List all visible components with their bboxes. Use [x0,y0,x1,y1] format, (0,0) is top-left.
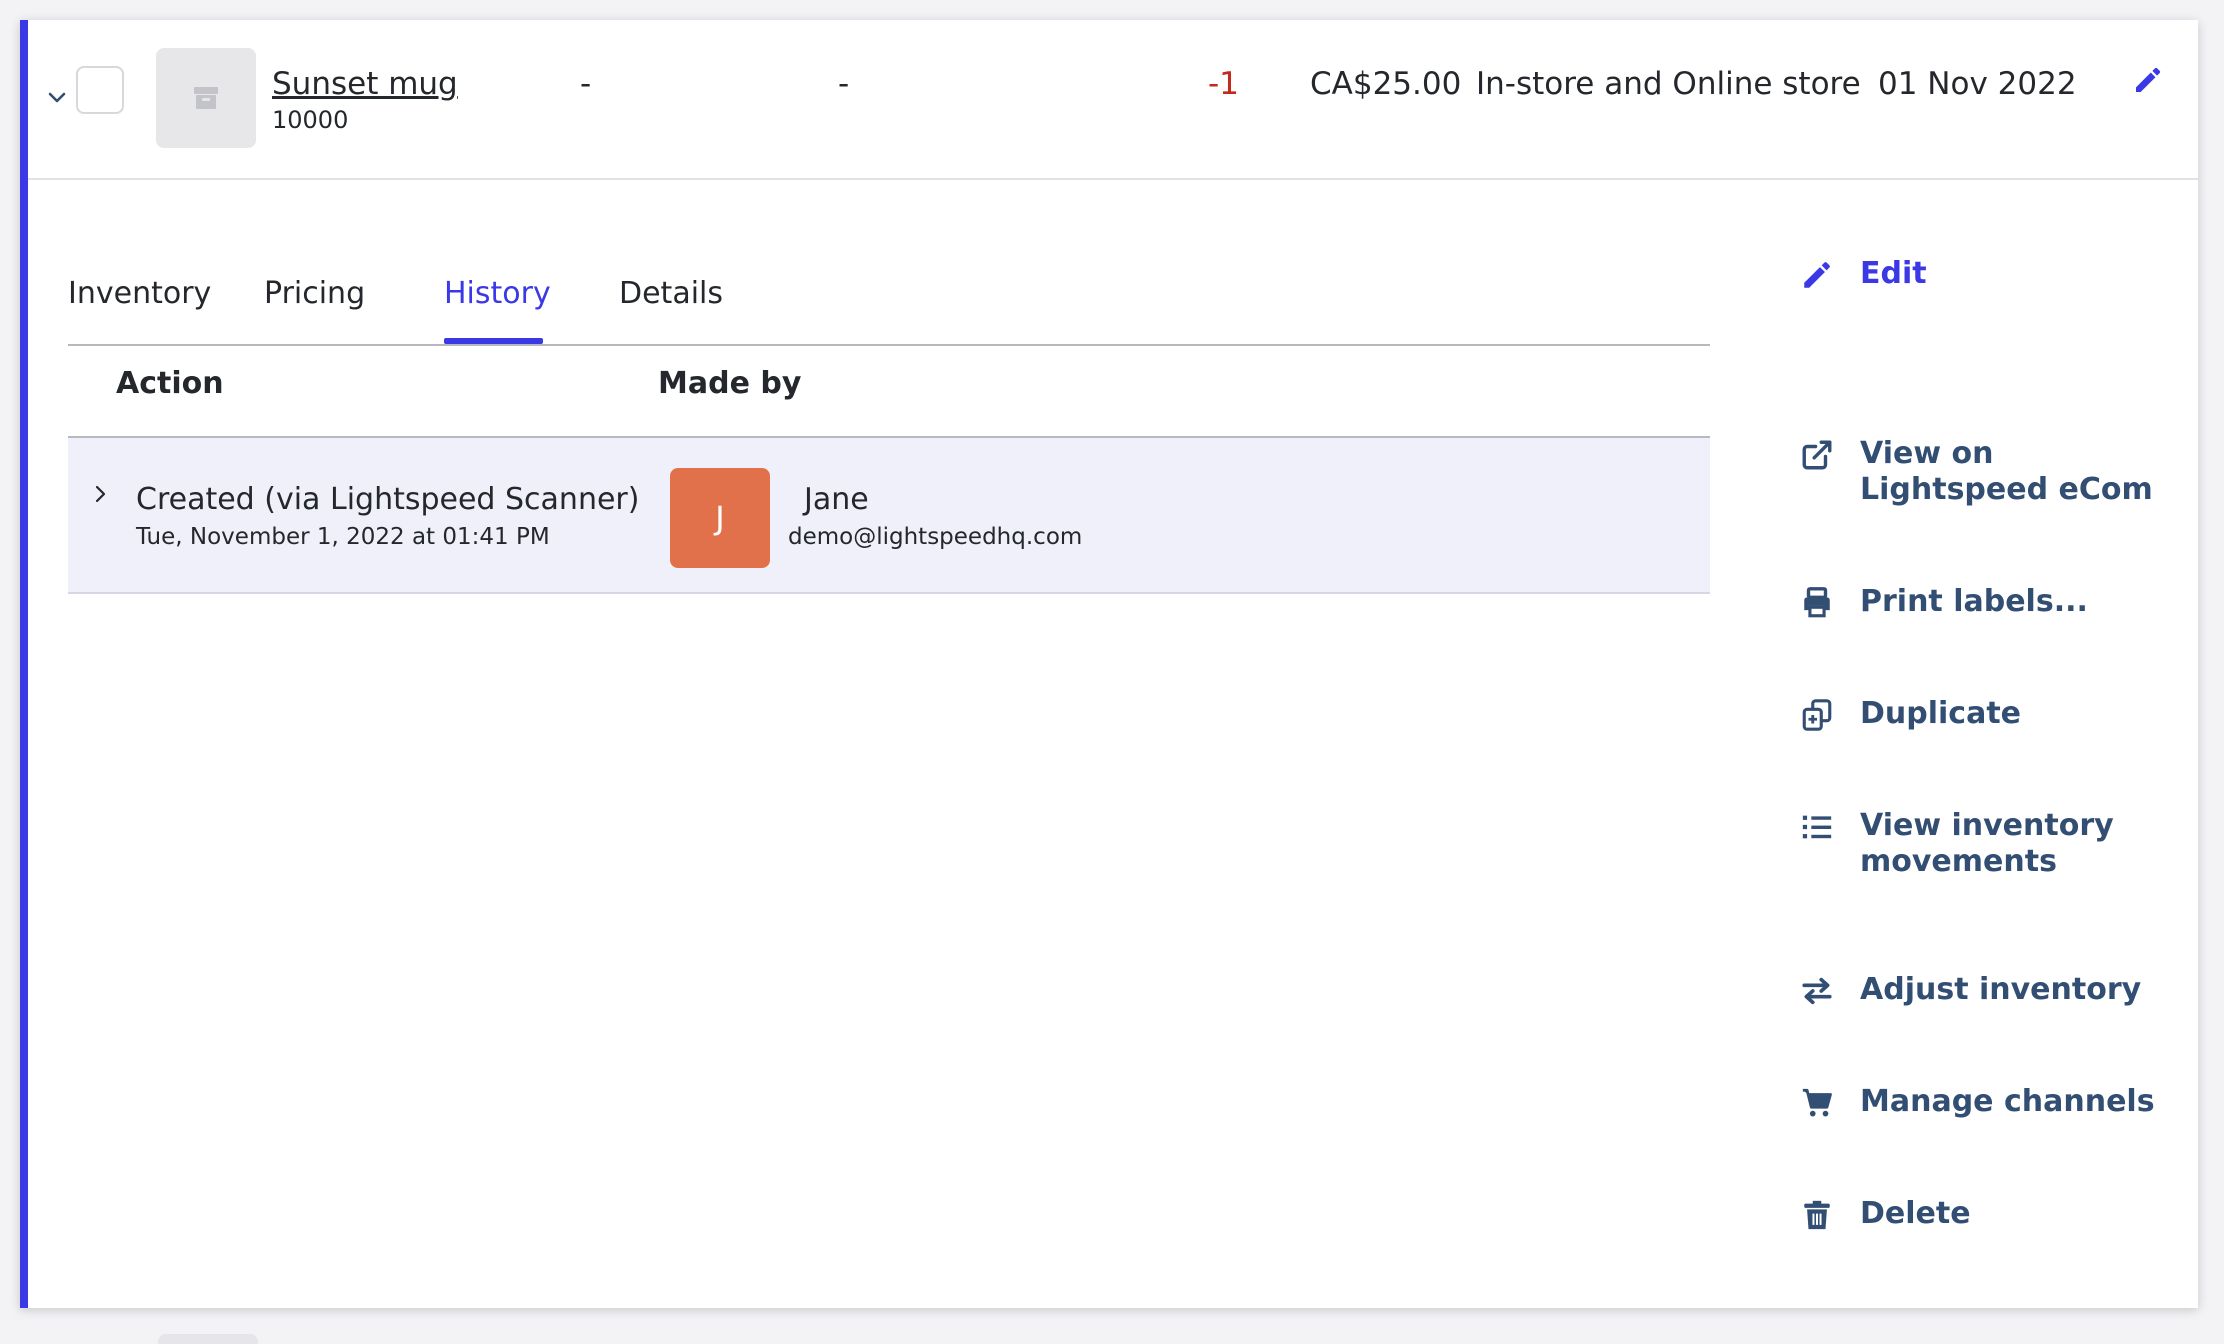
view-inventory-movements-button[interactable]: View inventory movements [1800,808,2114,880]
delete-label: Delete [1860,1196,1971,1231]
history-timestamp: Tue, November 1, 2022 at 01:41 PM [136,524,550,550]
history-action: Created (via Lightspeed Scanner) [136,482,640,517]
view-on-ecom-button[interactable]: View on Lightspeed eCom [1800,436,2153,508]
duplicate-button[interactable]: Duplicate [1800,696,2021,732]
tab-inventory[interactable]: Inventory [68,276,211,311]
delete-button[interactable]: Delete [1800,1196,1971,1232]
active-tab-indicator [444,338,543,344]
cart-icon [1802,1088,1832,1117]
view-inventory-movements-label: View inventory movements [1860,808,2114,880]
column-header-action: Action [116,366,224,401]
table-row[interactable]: Created (via Lightspeed Scanner) Tue, No… [68,438,1710,594]
product-column-1: - [580,66,592,102]
duplicate-icon [1802,699,1832,731]
view-on-ecom-line-2: Lightspeed eCom [1860,472,2153,507]
product-row[interactable]: Sunset mug 10000 - - -1 CA$25.00 In-stor… [28,20,2198,180]
product-price: CA$25.00 [1310,66,1462,102]
arrows-exchange-icon [1802,977,1832,1005]
user-email: demo@lightspeedhq.com [788,524,1083,550]
product-quantity: -1 [1208,66,1239,102]
chevron-right-icon[interactable] [90,484,110,504]
manage-channels-button[interactable]: Manage channels [1800,1084,2155,1120]
list-icon [1802,815,1832,839]
product-column-2: - [838,66,850,102]
tab-details[interactable]: Details [619,276,723,311]
tab-history[interactable]: History [444,276,551,311]
product-expanded-card: Sunset mug 10000 - - -1 CA$25.00 In-stor… [20,20,2198,1308]
product-channels: In-store and Online store [1476,66,1861,102]
adjust-inventory-button[interactable]: Adjust inventory [1800,972,2141,1008]
column-header-made-by: Made by [658,366,802,401]
print-labels-button[interactable]: Print labels... [1800,584,2088,620]
external-link-icon [1802,440,1832,470]
pencil-icon[interactable] [2132,64,2164,96]
view-on-ecom-line-1: View on [1860,436,1994,471]
manage-channels-label: Manage channels [1860,1084,2155,1119]
next-row-thumbnail [158,1334,258,1344]
view-inventory-movements-line-2: movements [1860,844,2057,879]
edit-button[interactable]: Edit [1800,256,1927,292]
trash-icon [1804,1200,1830,1230]
pencil-icon [1804,262,1830,288]
view-on-ecom-label: View on Lightspeed eCom [1860,436,2153,508]
product-thumbnail [156,48,256,148]
printer-icon [1804,587,1830,618]
view-inventory-movements-line-1: View inventory [1860,808,2114,843]
chevron-down-icon[interactable] [46,86,68,108]
box-icon [194,87,218,109]
product-name-link[interactable]: Sunset mug [272,66,458,102]
user-name: Jane [804,482,869,517]
adjust-inventory-label: Adjust inventory [1860,972,2142,1007]
product-date: 01 Nov 2022 [1878,66,2077,102]
duplicate-label: Duplicate [1860,696,2022,731]
avatar: J [670,468,770,568]
print-labels-label: Print labels... [1860,584,2088,619]
row-checkbox[interactable] [76,66,124,114]
product-sku: 10000 [272,106,349,134]
edit-label: Edit [1860,256,1927,291]
tab-pricing[interactable]: Pricing [264,276,365,311]
detail-tabs: Inventory Pricing History Details [68,256,1710,346]
